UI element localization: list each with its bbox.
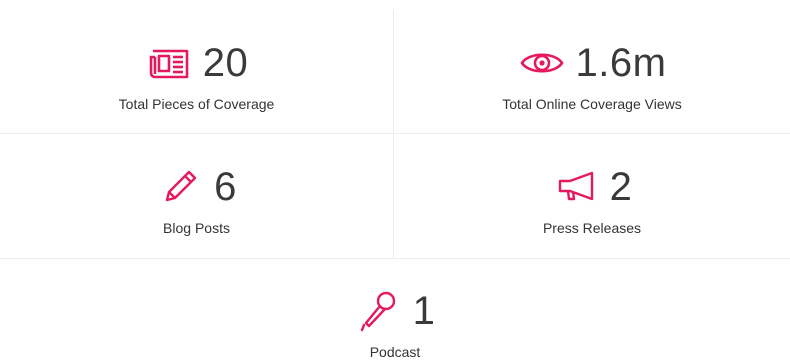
stat-label: Press Releases xyxy=(542,220,642,236)
stat-value-row: 1 xyxy=(355,286,436,336)
stat-value-row: 6 xyxy=(156,162,237,212)
coverage-stats-panel: 20 Total Pieces of Coverage 1.6m Total O… xyxy=(0,0,790,360)
newspaper-icon xyxy=(145,41,193,85)
stat-blog-posts: 6 Blog Posts xyxy=(0,162,393,237)
stat-value: 1 xyxy=(412,289,436,333)
stat-value: 1.6m xyxy=(575,41,667,85)
stat-value-row: 1.6m xyxy=(518,38,667,88)
eye-icon xyxy=(518,41,566,85)
stat-value: 20 xyxy=(202,41,249,85)
stat-label: Total Pieces of Coverage xyxy=(118,96,275,112)
stat-press-releases: 2 Press Releases xyxy=(394,162,790,237)
stat-label: Blog Posts xyxy=(163,220,230,236)
megaphone-icon xyxy=(552,165,600,209)
stat-total-views: 1.6m Total Online Coverage Views xyxy=(394,38,790,113)
stat-value-row: 20 xyxy=(145,38,249,88)
stat-value: 6 xyxy=(214,165,237,209)
stat-label: Total Online Coverage Views xyxy=(502,96,682,112)
stat-value: 2 xyxy=(609,165,633,209)
microphone-icon xyxy=(355,289,403,333)
pencil-icon xyxy=(156,165,204,209)
stat-total-coverage: 20 Total Pieces of Coverage xyxy=(0,38,393,113)
row-divider xyxy=(0,133,790,134)
stat-label: Podcast xyxy=(369,344,421,360)
stat-value-row: 2 xyxy=(552,162,633,212)
stat-podcast: 1 Podcast xyxy=(0,286,790,361)
row-divider xyxy=(0,258,790,259)
